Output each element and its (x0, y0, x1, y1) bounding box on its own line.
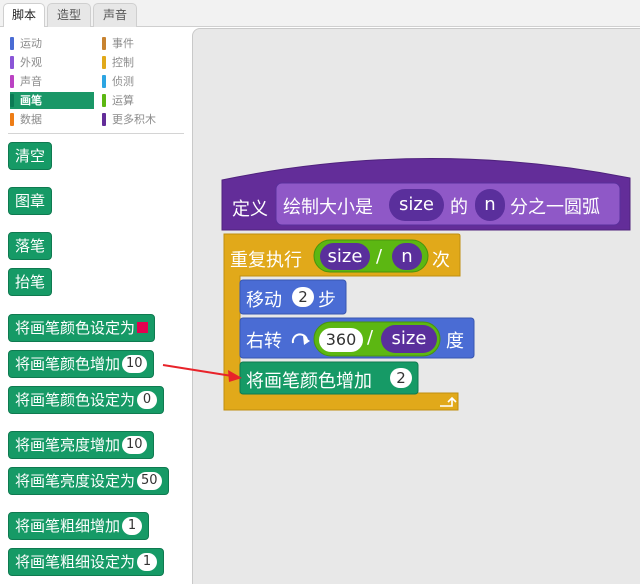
move-steps-input[interactable]: 2 (292, 287, 314, 307)
define-text-1: 绘制大小是 (283, 197, 373, 218)
category-swatch (102, 37, 106, 50)
category-swatch (10, 113, 14, 126)
number-input[interactable]: 0 (137, 390, 158, 409)
move-label: 移动 (246, 290, 282, 311)
turn-suffix: 度 (446, 331, 464, 352)
category-control[interactable]: 控制 (102, 54, 186, 71)
block-label: 将画笔粗细设定为 (15, 553, 136, 571)
category-events[interactable]: 事件 (102, 35, 186, 52)
category-label: 更多积木 (112, 113, 156, 126)
category-looks[interactable]: 外观 (10, 54, 94, 71)
category-swatch (10, 37, 14, 50)
block-label: 将画笔颜色设定为 (15, 319, 136, 337)
define-text-3: 分之一圆弧 (510, 197, 600, 218)
category-motion[interactable]: 运动 (10, 35, 94, 52)
repeat-label: 重复执行 (230, 250, 302, 271)
category-label: 事件 (112, 37, 134, 50)
param-n-reporter[interactable]: n (475, 189, 505, 221)
number-input[interactable]: 50 (137, 471, 162, 490)
block-label: 将画笔亮度设定为 (15, 472, 136, 490)
pen-down-block[interactable]: 落笔 (8, 232, 53, 260)
block-label: 将画笔粗细增加 (15, 517, 121, 535)
category-operators[interactable]: 运算 (102, 92, 186, 109)
palette-divider (8, 133, 184, 134)
pen-up-block[interactable]: 抬笔 (8, 268, 53, 296)
clear-block[interactable]: 清空 (8, 142, 53, 170)
category-swatch (102, 75, 106, 88)
change-pen-color-input[interactable]: 2 (390, 368, 412, 388)
category-data[interactable]: 数据 (10, 111, 94, 128)
block-label: 将画笔颜色设定为 (15, 391, 136, 409)
category-sensing[interactable]: 侦测 (102, 73, 186, 90)
turn-360-input[interactable]: 360 (319, 328, 363, 352)
change-pen-shade-block[interactable]: 将画笔亮度增加 10 (8, 431, 154, 459)
number-input[interactable]: 1 (137, 552, 158, 571)
category-label: 画笔 (20, 94, 42, 107)
stamp-block[interactable]: 图章 (8, 187, 53, 215)
category-label: 控制 (112, 56, 134, 69)
category-swatch (102, 113, 106, 126)
block-label: 抬笔 (15, 273, 46, 291)
define-text-2: 的 (450, 197, 468, 218)
category-label: 运动 (20, 37, 42, 50)
tab-sounds[interactable]: 声音 (93, 3, 137, 27)
tab-scripts[interactable]: 脚本 (3, 3, 45, 28)
category-label: 运算 (112, 94, 134, 107)
category-more-blocks[interactable]: 更多积木 (102, 111, 186, 128)
block-label: 将画笔亮度增加 (15, 436, 121, 454)
change-pen-size-block[interactable]: 将画笔粗细增加 1 (8, 512, 150, 540)
category-swatch (10, 94, 14, 107)
category-label: 声音 (20, 75, 42, 88)
turn-label: 右转 (246, 331, 282, 352)
repeat-n-reporter[interactable]: n (392, 243, 422, 270)
number-input[interactable]: 10 (122, 354, 147, 373)
number-input[interactable]: 1 (122, 516, 143, 535)
block-label: 图章 (15, 192, 46, 210)
change-pen-color-label: 将画笔颜色增加 (246, 371, 372, 392)
set-pen-color-to-color-block[interactable]: 将画笔颜色设定为 (8, 314, 156, 342)
block-palette: 运动 外观 声音 画笔 数据 事件 控制 侦测 运算 更多积木 清空 图章 落笔… (0, 27, 192, 584)
category-sound[interactable]: 声音 (10, 73, 94, 90)
category-pen[interactable]: 画笔 (10, 92, 94, 109)
turn-size-reporter[interactable]: size (381, 325, 437, 353)
param-size-reporter[interactable]: size (389, 189, 444, 221)
block-label: 清空 (15, 147, 46, 165)
turn-divide-op: / (367, 327, 374, 348)
category-swatch (102, 94, 106, 107)
repeat-divide-op: / (376, 246, 383, 267)
block-label: 落笔 (15, 237, 46, 255)
tab-bar: 脚本 造型 声音 (0, 0, 640, 28)
category-swatch (102, 56, 106, 69)
block-label: 将画笔颜色增加 (15, 355, 121, 373)
repeat-size-reporter[interactable]: size (320, 243, 370, 270)
tab-costumes[interactable]: 造型 (47, 3, 91, 27)
set-pen-size-block[interactable]: 将画笔粗细设定为 1 (8, 548, 165, 576)
category-label: 数据 (20, 113, 42, 126)
category-swatch (10, 56, 14, 69)
move-suffix: 步 (318, 290, 336, 311)
set-pen-shade-block[interactable]: 将画笔亮度设定为 50 (8, 467, 169, 495)
set-pen-color-to-number-block[interactable]: 将画笔颜色设定为 0 (8, 386, 165, 414)
category-label: 外观 (20, 56, 42, 69)
category-swatch (10, 75, 14, 88)
define-keyword: 定义 (232, 199, 268, 220)
number-input[interactable]: 10 (122, 435, 147, 454)
repeat-suffix: 次 (432, 250, 450, 271)
category-label: 侦测 (112, 75, 134, 88)
color-picker-swatch[interactable] (137, 322, 149, 333)
change-pen-color-block[interactable]: 将画笔颜色增加 10 (8, 350, 154, 378)
